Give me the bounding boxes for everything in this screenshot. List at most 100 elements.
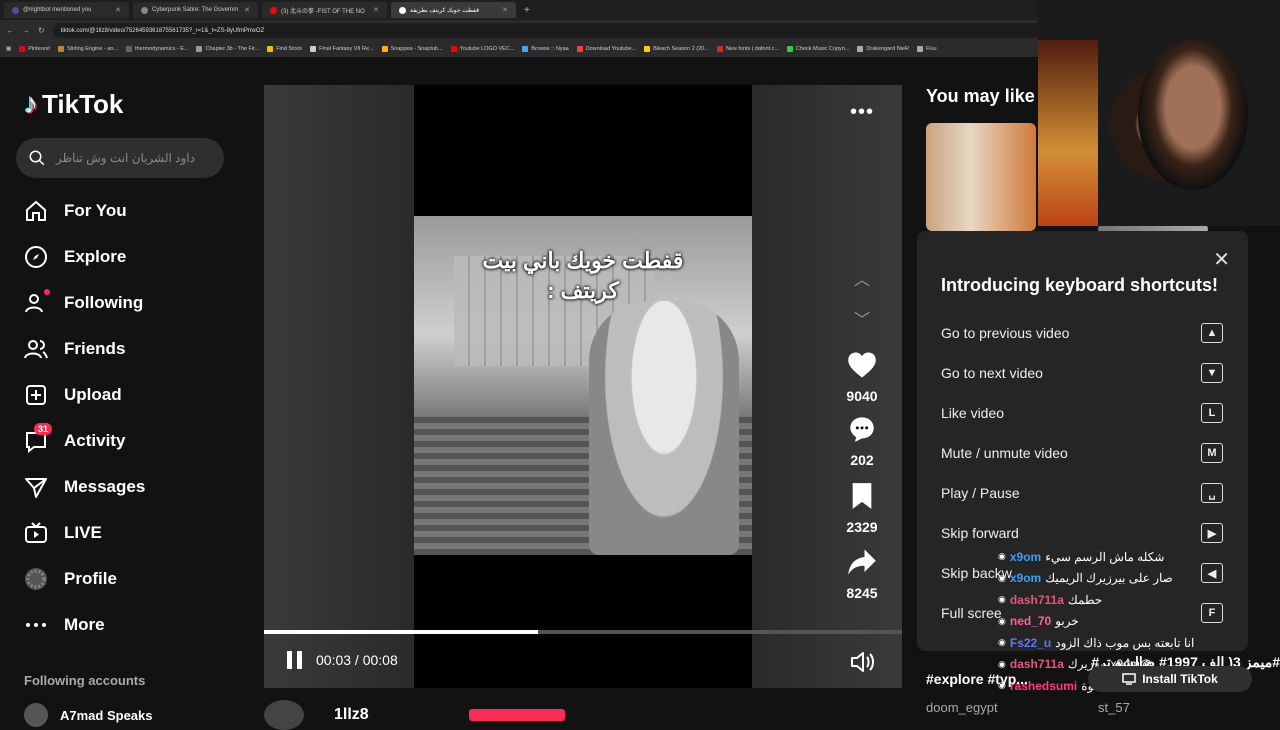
new-tab-icon[interactable]: + xyxy=(524,5,530,16)
share-count: 8245 xyxy=(846,585,878,601)
bookmark-item[interactable]: Snappea - Snaptub... xyxy=(381,46,443,52)
nav-item-more[interactable]: More xyxy=(24,602,224,648)
monitor-icon xyxy=(1122,673,1136,685)
shortcut-row: Mute / unmute video M xyxy=(941,433,1223,473)
tiktok-logo[interactable]: ♪ TikTok xyxy=(24,88,123,120)
shortcut-key: L xyxy=(1201,403,1223,423)
bookmark-item[interactable]: Drakengard NieR xyxy=(857,46,909,52)
shortcut-key: M xyxy=(1201,443,1223,463)
bookmark-favicon-icon xyxy=(450,46,457,52)
bookmark-item[interactable]: Find Stock xyxy=(267,46,302,52)
avatar-icon xyxy=(24,567,48,591)
shortcut-label: Go to previous video xyxy=(941,325,1070,341)
inbox-icon: 31 xyxy=(24,423,53,453)
bookmark-item[interactable]: New fonts | dafont.c... xyxy=(716,46,779,52)
tab-favicon-icon xyxy=(141,6,148,14)
bookmark-item[interactable]: Download Youtube... xyxy=(576,46,636,52)
close-icon[interactable]: ✕ xyxy=(115,6,121,14)
save-button[interactable]: 2329 xyxy=(834,482,890,535)
close-icon[interactable]: ✕ xyxy=(244,6,250,14)
comment-button[interactable]: 202 xyxy=(834,415,890,468)
bookmark-item[interactable]: Chapter 3b - The Fir... xyxy=(196,46,259,52)
nav-item-activity[interactable]: 31 Activity xyxy=(24,418,224,464)
browser-tab-active[interactable]: قفطت خويك كريتف بطريقة ✕ xyxy=(391,2,516,18)
shortcut-label: Skip forward xyxy=(941,525,1019,541)
webcam-background xyxy=(1038,40,1098,226)
apps-icon[interactable]: ▦ xyxy=(6,46,11,52)
bookmark-favicon-icon xyxy=(916,46,923,52)
nav-item-live[interactable]: LIVE xyxy=(24,510,224,556)
nav-item-explore[interactable]: Explore xyxy=(24,234,224,280)
suggested-video-info: #ميمز 3( الف 1997# ضالشه تر# #explore #t… xyxy=(926,654,1280,720)
video-progress-bar[interactable] xyxy=(264,630,902,634)
previous-video-icon[interactable]: ︿ xyxy=(850,266,874,290)
close-icon[interactable]: ✕ xyxy=(373,6,379,14)
home-icon xyxy=(24,199,48,223)
search-placeholder: داود الشريان انت وش تناظر xyxy=(56,151,195,165)
bookmark-item[interactable]: Stirling Engine - an... xyxy=(57,46,118,52)
nav-item-profile[interactable]: Profile xyxy=(24,556,224,602)
nav-item-friends[interactable]: Friends xyxy=(24,326,224,372)
bookmark-item[interactable]: Final Fantasy VII Re... xyxy=(310,46,374,52)
video-author-row: 1llz8 xyxy=(264,700,565,730)
bookmark-item[interactable]: thermodynamics - E... xyxy=(125,46,188,52)
shortcut-label: Go to next video xyxy=(941,365,1043,381)
chat-message: ◉ ned_70 خربو xyxy=(998,611,1280,633)
send-icon xyxy=(24,475,48,499)
bookmark-favicon-icon xyxy=(267,46,274,52)
follow-button[interactable] xyxy=(468,709,565,721)
bookmark-item[interactable]: Youtube LOGO VEC... xyxy=(450,46,514,52)
shortcut-label: Play / Pause xyxy=(941,485,1020,501)
bookmark-favicon-icon xyxy=(522,46,529,52)
browser-tab[interactable]: (3) 北斗の拳 -FIST OF THE NO ✕ xyxy=(262,2,387,18)
share-button[interactable]: 8245 xyxy=(834,548,890,601)
chat-username: x9om xyxy=(1009,549,1042,564)
install-tiktok-button[interactable]: Install TikTok xyxy=(1088,666,1252,692)
nav-item-messages[interactable]: Messages xyxy=(24,464,224,510)
forward-icon[interactable]: → xyxy=(22,26,30,35)
bookmark-favicon-icon xyxy=(57,46,64,52)
bookmark-item[interactable]: Browse :: Nyaa xyxy=(522,46,569,52)
bookmark-item[interactable]: Fluu xyxy=(916,46,937,52)
close-icon[interactable]: ✕ xyxy=(502,6,508,14)
next-video-icon[interactable]: ﹀ xyxy=(850,306,874,330)
browser-tab[interactable]: Cyberpunk Satire: The Governm ✕ xyxy=(133,2,258,18)
volume-icon[interactable] xyxy=(850,651,874,678)
bookmark-item[interactable]: Bleach Season 2 (20... xyxy=(644,46,709,52)
bookmark-item[interactable]: Pinterest xyxy=(19,46,50,52)
suggested-video-thumbnail[interactable] xyxy=(926,123,1036,231)
nav-item-upload[interactable]: Upload xyxy=(24,372,224,418)
popup-title: Introducing keyboard shortcuts! xyxy=(941,275,1219,295)
nav-label: Explore xyxy=(64,247,127,266)
tab-favicon-icon xyxy=(399,6,406,14)
video-player[interactable]: قفطت خويك باني بيت كريتف : ••• ︿ ﹀ 9040 … xyxy=(264,85,902,688)
you-may-like-title: You may like xyxy=(926,86,1035,106)
bookmark-favicon-icon xyxy=(381,46,388,52)
browser-tab[interactable]: @nightbot mentioned you ✕ xyxy=(4,2,129,18)
like-button[interactable]: 9040 xyxy=(834,351,890,404)
suggested-author-2[interactable]: st_57 xyxy=(1098,700,1130,715)
shortcut-key: ▶ xyxy=(1201,523,1223,543)
chat-badge-icon: ◉ xyxy=(998,594,1006,605)
comment-count: 202 xyxy=(850,452,874,468)
bookmark-item[interactable]: Check Music Copyri... xyxy=(786,46,849,52)
search-input[interactable]: داود الشريان انت وش تناظر xyxy=(16,138,224,178)
nav-item-following[interactable]: Following xyxy=(24,280,224,326)
author-name[interactable]: 1llz8 xyxy=(334,706,369,724)
nav-item-for-you[interactable]: For You xyxy=(24,188,224,234)
ellipsis-icon xyxy=(24,613,48,637)
suggested-author[interactable]: doom_egypt xyxy=(926,700,998,715)
pause-icon[interactable] xyxy=(286,650,304,670)
following-account[interactable]: A7mad Speaks xyxy=(24,703,153,727)
video-time: 00:03 / 00:08 xyxy=(316,652,398,668)
close-icon[interactable]: ✕ xyxy=(1213,247,1230,272)
reload-icon[interactable]: ↻ xyxy=(38,26,45,35)
video-frame: قفطت خويك باني بيت كريتف : xyxy=(414,85,752,688)
more-options-icon[interactable]: ••• xyxy=(850,101,874,124)
avatar[interactable] xyxy=(264,700,304,730)
url-field[interactable]: tiktok.com/@1llz8/video/7526459361875561… xyxy=(52,23,1053,38)
chat-username: dash711a xyxy=(1009,592,1064,607)
back-icon[interactable]: ← xyxy=(6,26,14,35)
streamer-webcam-overlay xyxy=(1038,0,1280,226)
save-count: 2329 xyxy=(846,519,878,535)
